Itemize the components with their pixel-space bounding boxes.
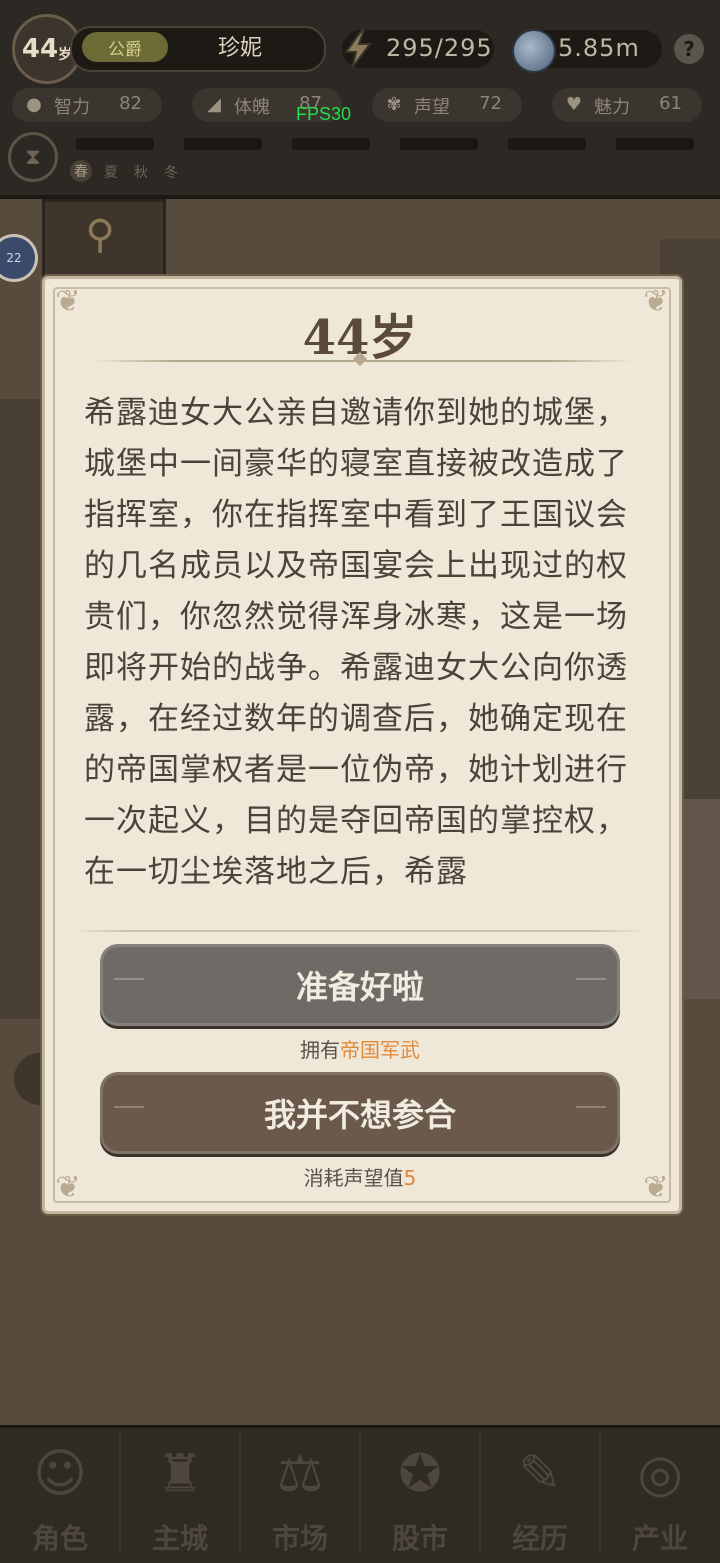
- nav-label: 产业: [631, 1522, 688, 1555]
- nav-character[interactable]: ☺ 角色: [0, 1425, 120, 1560]
- choice-ready-button[interactable]: 准备好啦: [100, 944, 620, 1026]
- choice-decline-button[interactable]: 我并不想参合: [100, 1072, 620, 1154]
- season-spring: 春: [70, 160, 92, 182]
- progress-bar: [292, 138, 370, 150]
- character-icon: ☺: [32, 1444, 88, 1504]
- title-badge: 公爵: [82, 32, 168, 62]
- heartbeat-icon: ♥: [565, 94, 583, 115]
- stat-intelligence[interactable]: ● 智力 82: [12, 88, 162, 122]
- nav-label: 经历: [511, 1522, 568, 1555]
- progress-bar: [400, 138, 478, 150]
- stat-value: 72: [479, 93, 502, 114]
- cost-prefix: 消耗声望值: [303, 1166, 404, 1190]
- stat-value: 61: [659, 93, 682, 114]
- stock-icon: ✪: [398, 1444, 442, 1504]
- cost-highlight: 5: [403, 1166, 417, 1190]
- age-value: 44: [21, 34, 59, 64]
- lightning-icon: [344, 29, 372, 69]
- laurel-icon: ✾: [386, 94, 402, 115]
- requirement-highlight: 帝国军武: [340, 1038, 420, 1062]
- stat-charm[interactable]: ♥ 魅力 61: [552, 88, 702, 122]
- nav-label: 股市: [391, 1522, 448, 1555]
- key-icon[interactable]: ⚲: [80, 212, 120, 272]
- scroll-icon: ✎: [518, 1444, 562, 1504]
- fps-counter: FPS30: [296, 104, 352, 124]
- nav-label: 市场: [271, 1522, 328, 1555]
- scales-icon: ⚖: [276, 1444, 324, 1504]
- question-icon[interactable]: ?: [674, 34, 704, 64]
- progress-bar: [508, 138, 586, 150]
- divider: [72, 930, 648, 932]
- stat-label: 魅力: [594, 97, 630, 118]
- button-deco: [114, 1106, 144, 1108]
- nav-industry[interactable]: ◎ 产业: [600, 1425, 720, 1560]
- nav-main-city[interactable]: ♜ 主城: [120, 1425, 240, 1560]
- story-text: 希露迪女大公亲自邀请你到她的城堡，城堡中一间豪华的寝室直接被改造成了指挥室，你在…: [84, 395, 628, 890]
- progress-bar: [184, 138, 262, 150]
- progress-bar: [616, 138, 694, 150]
- nav-stock[interactable]: ✪ 股市: [360, 1425, 480, 1560]
- nav-label: 角色: [31, 1522, 88, 1555]
- stat-value: 82: [119, 93, 142, 114]
- season-autumn: 秋: [134, 165, 148, 181]
- player-name: 珍妮: [217, 36, 262, 61]
- brain-icon: ●: [26, 94, 42, 115]
- button-deco: [114, 978, 144, 980]
- energy-value: 295/295: [386, 34, 493, 62]
- nav-market[interactable]: ⚖ 市场: [240, 1425, 360, 1560]
- story-scroll[interactable]: 希露迪女大公亲自邀请你到她的城堡，城堡中一间豪华的寝室直接被改造成了指挥室，你在…: [84, 388, 636, 930]
- choice-label: 准备好啦: [295, 968, 424, 1006]
- stat-label: 智力: [54, 97, 90, 118]
- stat-reputation[interactable]: ✾ 声望 72: [372, 88, 522, 122]
- stat-label: 体魄: [234, 97, 270, 118]
- requirement-prefix: 拥有: [300, 1038, 340, 1062]
- season-summer: 夏: [104, 165, 118, 181]
- nav-experience[interactable]: ✎ 经历: [480, 1425, 600, 1560]
- choice-cost: 消耗声望值5: [0, 1162, 720, 1191]
- season-winter: 冬: [164, 165, 178, 181]
- stat-label: 声望: [414, 97, 450, 118]
- muscle-icon: ◢: [207, 94, 221, 115]
- globe-icon: [512, 29, 556, 73]
- progress-bar: [76, 138, 154, 150]
- money-value: 5.85m: [558, 34, 640, 62]
- coins-icon: ◎: [637, 1444, 683, 1504]
- nav-label: 主城: [151, 1522, 208, 1555]
- button-deco: [576, 1106, 606, 1108]
- button-deco: [576, 978, 606, 980]
- castle-icon: ♜: [156, 1444, 204, 1504]
- choice-requirement: 拥有帝国军武: [0, 1034, 720, 1063]
- hourglass-icon[interactable]: ⧗: [8, 132, 58, 182]
- choice-label: 我并不想参合: [263, 1096, 456, 1134]
